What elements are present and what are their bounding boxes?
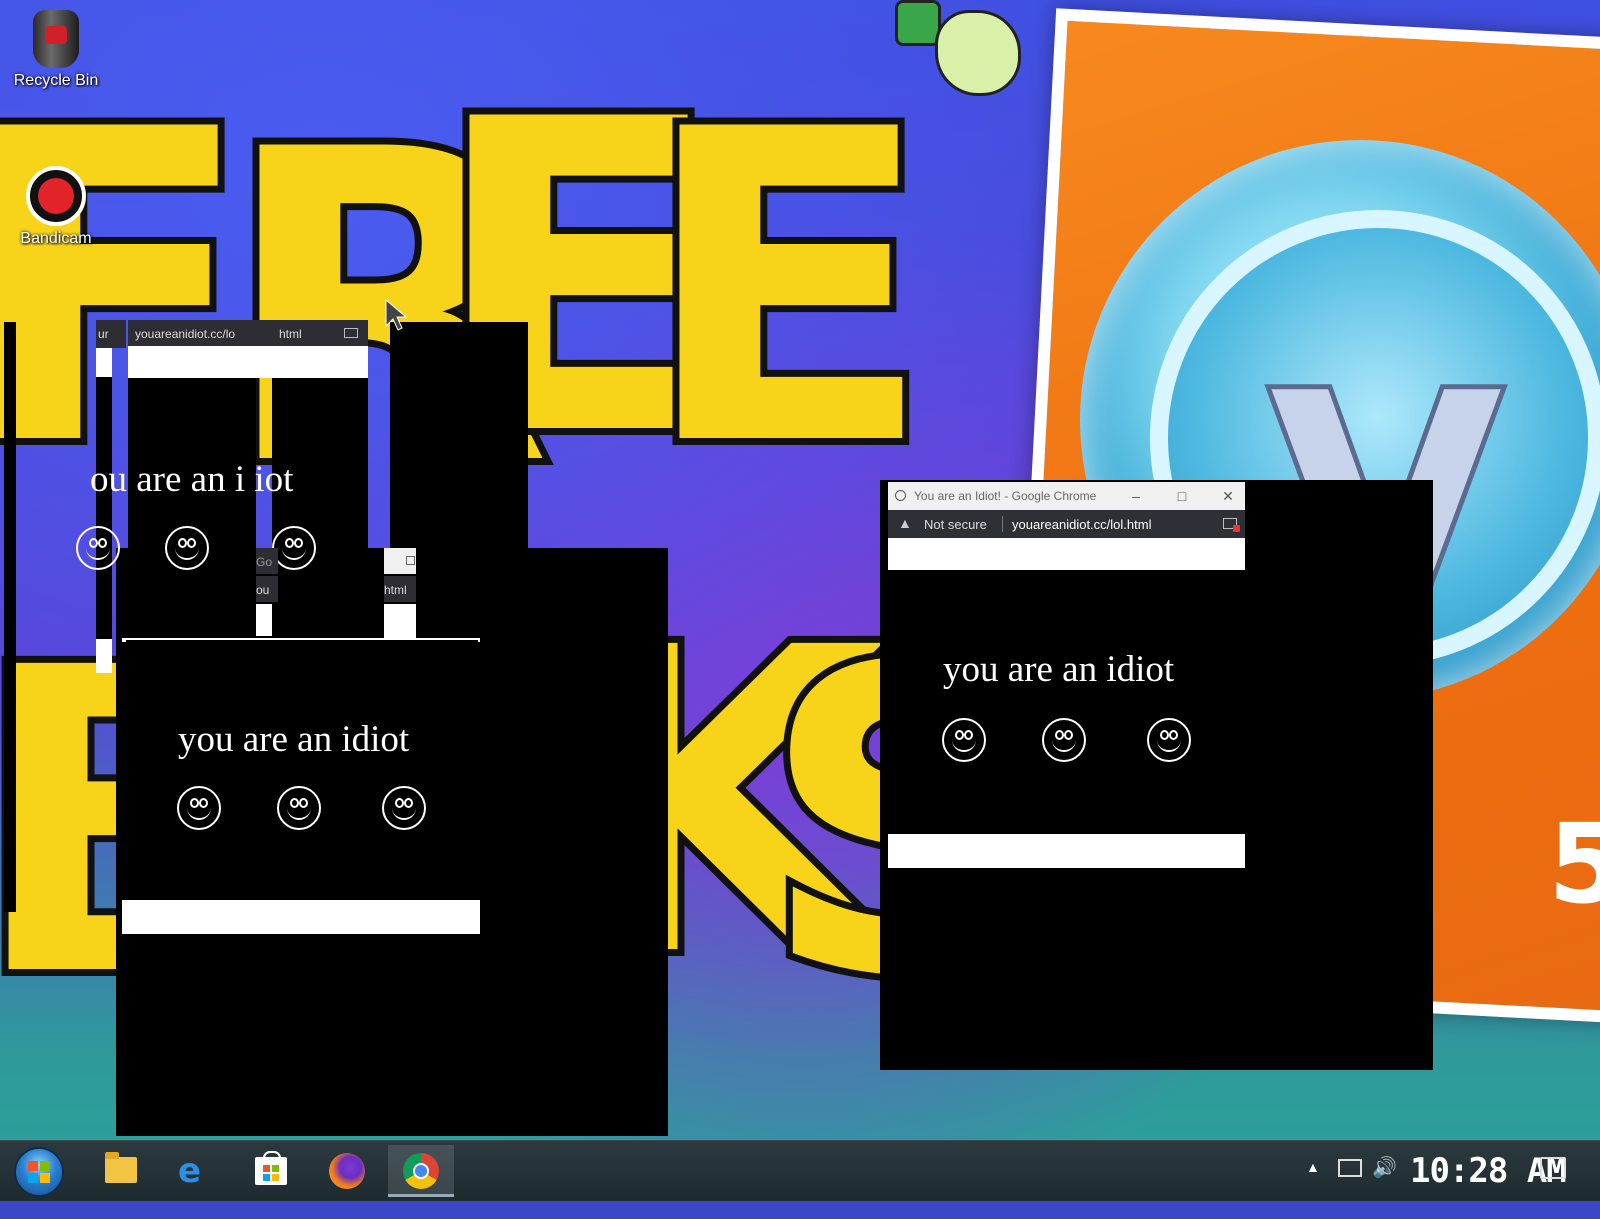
maximize-icon[interactable] (406, 556, 415, 565)
volume-icon[interactable]: 🔊 (1372, 1155, 1397, 1215)
ghost-window-url-tail: html (279, 327, 302, 341)
taskbar-edge[interactable]: e (162, 1145, 228, 1197)
ghost-window-titlebar[interactable] (384, 548, 416, 574)
smiley-row (942, 718, 1191, 762)
mouse-cursor-icon (385, 298, 408, 331)
folder-icon (105, 1152, 137, 1183)
ghost-window-strip (122, 900, 480, 934)
warning-icon: ▲ (898, 515, 912, 531)
windows-logo-icon (28, 1161, 50, 1183)
smiley-icon (942, 718, 986, 762)
address-bar[interactable]: ▲ Not secure youareanidiot.cc/lol.html (888, 510, 1245, 538)
edge-icon: e (178, 1151, 202, 1191)
desktop-icon-label: Recycle Bin (13, 72, 99, 89)
start-button[interactable] (14, 1147, 64, 1197)
wallpaper-character-sack (935, 10, 1021, 96)
idiot-message: you are an idiot (943, 649, 1175, 690)
ghost-window-strip (384, 604, 416, 638)
ghost-window-url-tail: html (384, 583, 407, 597)
minimize-button[interactable]: – (1124, 485, 1148, 507)
extension-icon[interactable] (1223, 518, 1240, 532)
smiley-favicon-icon (895, 490, 906, 501)
smiley-icon (277, 786, 321, 830)
url-text[interactable]: youareanidiot.cc/lol.html (1012, 517, 1151, 532)
wallpaper-card-number: 5 (1548, 800, 1600, 928)
store-icon (255, 1151, 287, 1185)
smiley-icon (165, 526, 209, 570)
network-icon[interactable] (1338, 1159, 1362, 1177)
chrome-icon (403, 1153, 439, 1189)
window-title: You are an Idiot! - Google Chrome (914, 489, 1097, 503)
ghost-window-url: youareanidiot.cc/lo (135, 327, 236, 341)
window-titlebar[interactable]: You are an Idiot! - Google Chrome – □ ✕ (888, 482, 1245, 510)
ghost-window-body (96, 377, 112, 639)
action-center-icon[interactable] (1540, 1157, 1566, 1179)
address-separator (1002, 516, 1003, 532)
page-top-strip (888, 538, 1245, 570)
ghost-window-titlebar[interactable]: ou (256, 576, 278, 602)
ghost-window-url: ou (256, 583, 270, 597)
smiley-row (177, 786, 426, 830)
desktop-icon-bandicam[interactable]: Bandicam (6, 166, 106, 248)
wallpaper-letter: E (633, 33, 941, 547)
ghost-window-body (126, 640, 478, 902)
taskbar-store[interactable] (238, 1145, 304, 1197)
ghost-window-strip (96, 345, 112, 377)
firefox-icon (329, 1153, 365, 1189)
smiley-icon (382, 786, 426, 830)
smiley-icon (76, 526, 120, 570)
show-hidden-icons-chevron-icon[interactable]: ▲ (1306, 1159, 1320, 1219)
page-bottom-strip (888, 834, 1245, 868)
smiley-icon (1147, 718, 1191, 762)
ghost-window-body (272, 378, 368, 640)
taskbar: e ▲ 🔊 10:28 AM (0, 1140, 1600, 1201)
taskbar-file-explorer[interactable] (88, 1145, 154, 1197)
close-button[interactable]: ✕ (1216, 485, 1240, 507)
ghost-window-message: ou are an i iot (90, 459, 294, 500)
extension-icon[interactable] (344, 328, 358, 338)
smiley-icon (272, 526, 316, 570)
ghost-window-message: you are an idiot (178, 719, 410, 760)
ghost-window-trail (4, 322, 16, 912)
ghost-window-titlebar[interactable]: Go (256, 548, 278, 574)
desktop-icon-label: Bandicam (20, 230, 92, 247)
bandicam-icon (26, 166, 86, 226)
page-black-area (892, 570, 1243, 834)
maximize-button[interactable]: □ (1170, 485, 1194, 507)
taskbar-chrome[interactable] (388, 1145, 454, 1197)
ghost-window-title: Go (256, 555, 273, 569)
taskbar-firefox[interactable] (314, 1145, 380, 1197)
ghost-window-strip (256, 604, 272, 636)
security-label: Not secure (924, 517, 987, 532)
recycle-bin-icon (33, 10, 79, 68)
smiley-icon (177, 786, 221, 830)
ghost-window-trail (390, 322, 528, 548)
desktop-icon-recycle-bin[interactable]: Recycle Bin (6, 10, 106, 90)
ghost-window-titlebar[interactable]: html (384, 576, 416, 602)
ghost-window-titlebar[interactable]: ur (96, 320, 126, 348)
ghost-window-titlebar[interactable]: youareanidiot.cc/lo html (128, 320, 368, 348)
ghost-window-strip (96, 639, 112, 673)
ghost-window-body (128, 378, 256, 640)
ghost-window-strip (128, 346, 368, 378)
idiot-browser-window[interactable]: You are an Idiot! - Google Chrome – □ ✕ … (888, 482, 1245, 868)
ghost-window-url: ur (98, 327, 109, 341)
smiley-icon (1042, 718, 1086, 762)
